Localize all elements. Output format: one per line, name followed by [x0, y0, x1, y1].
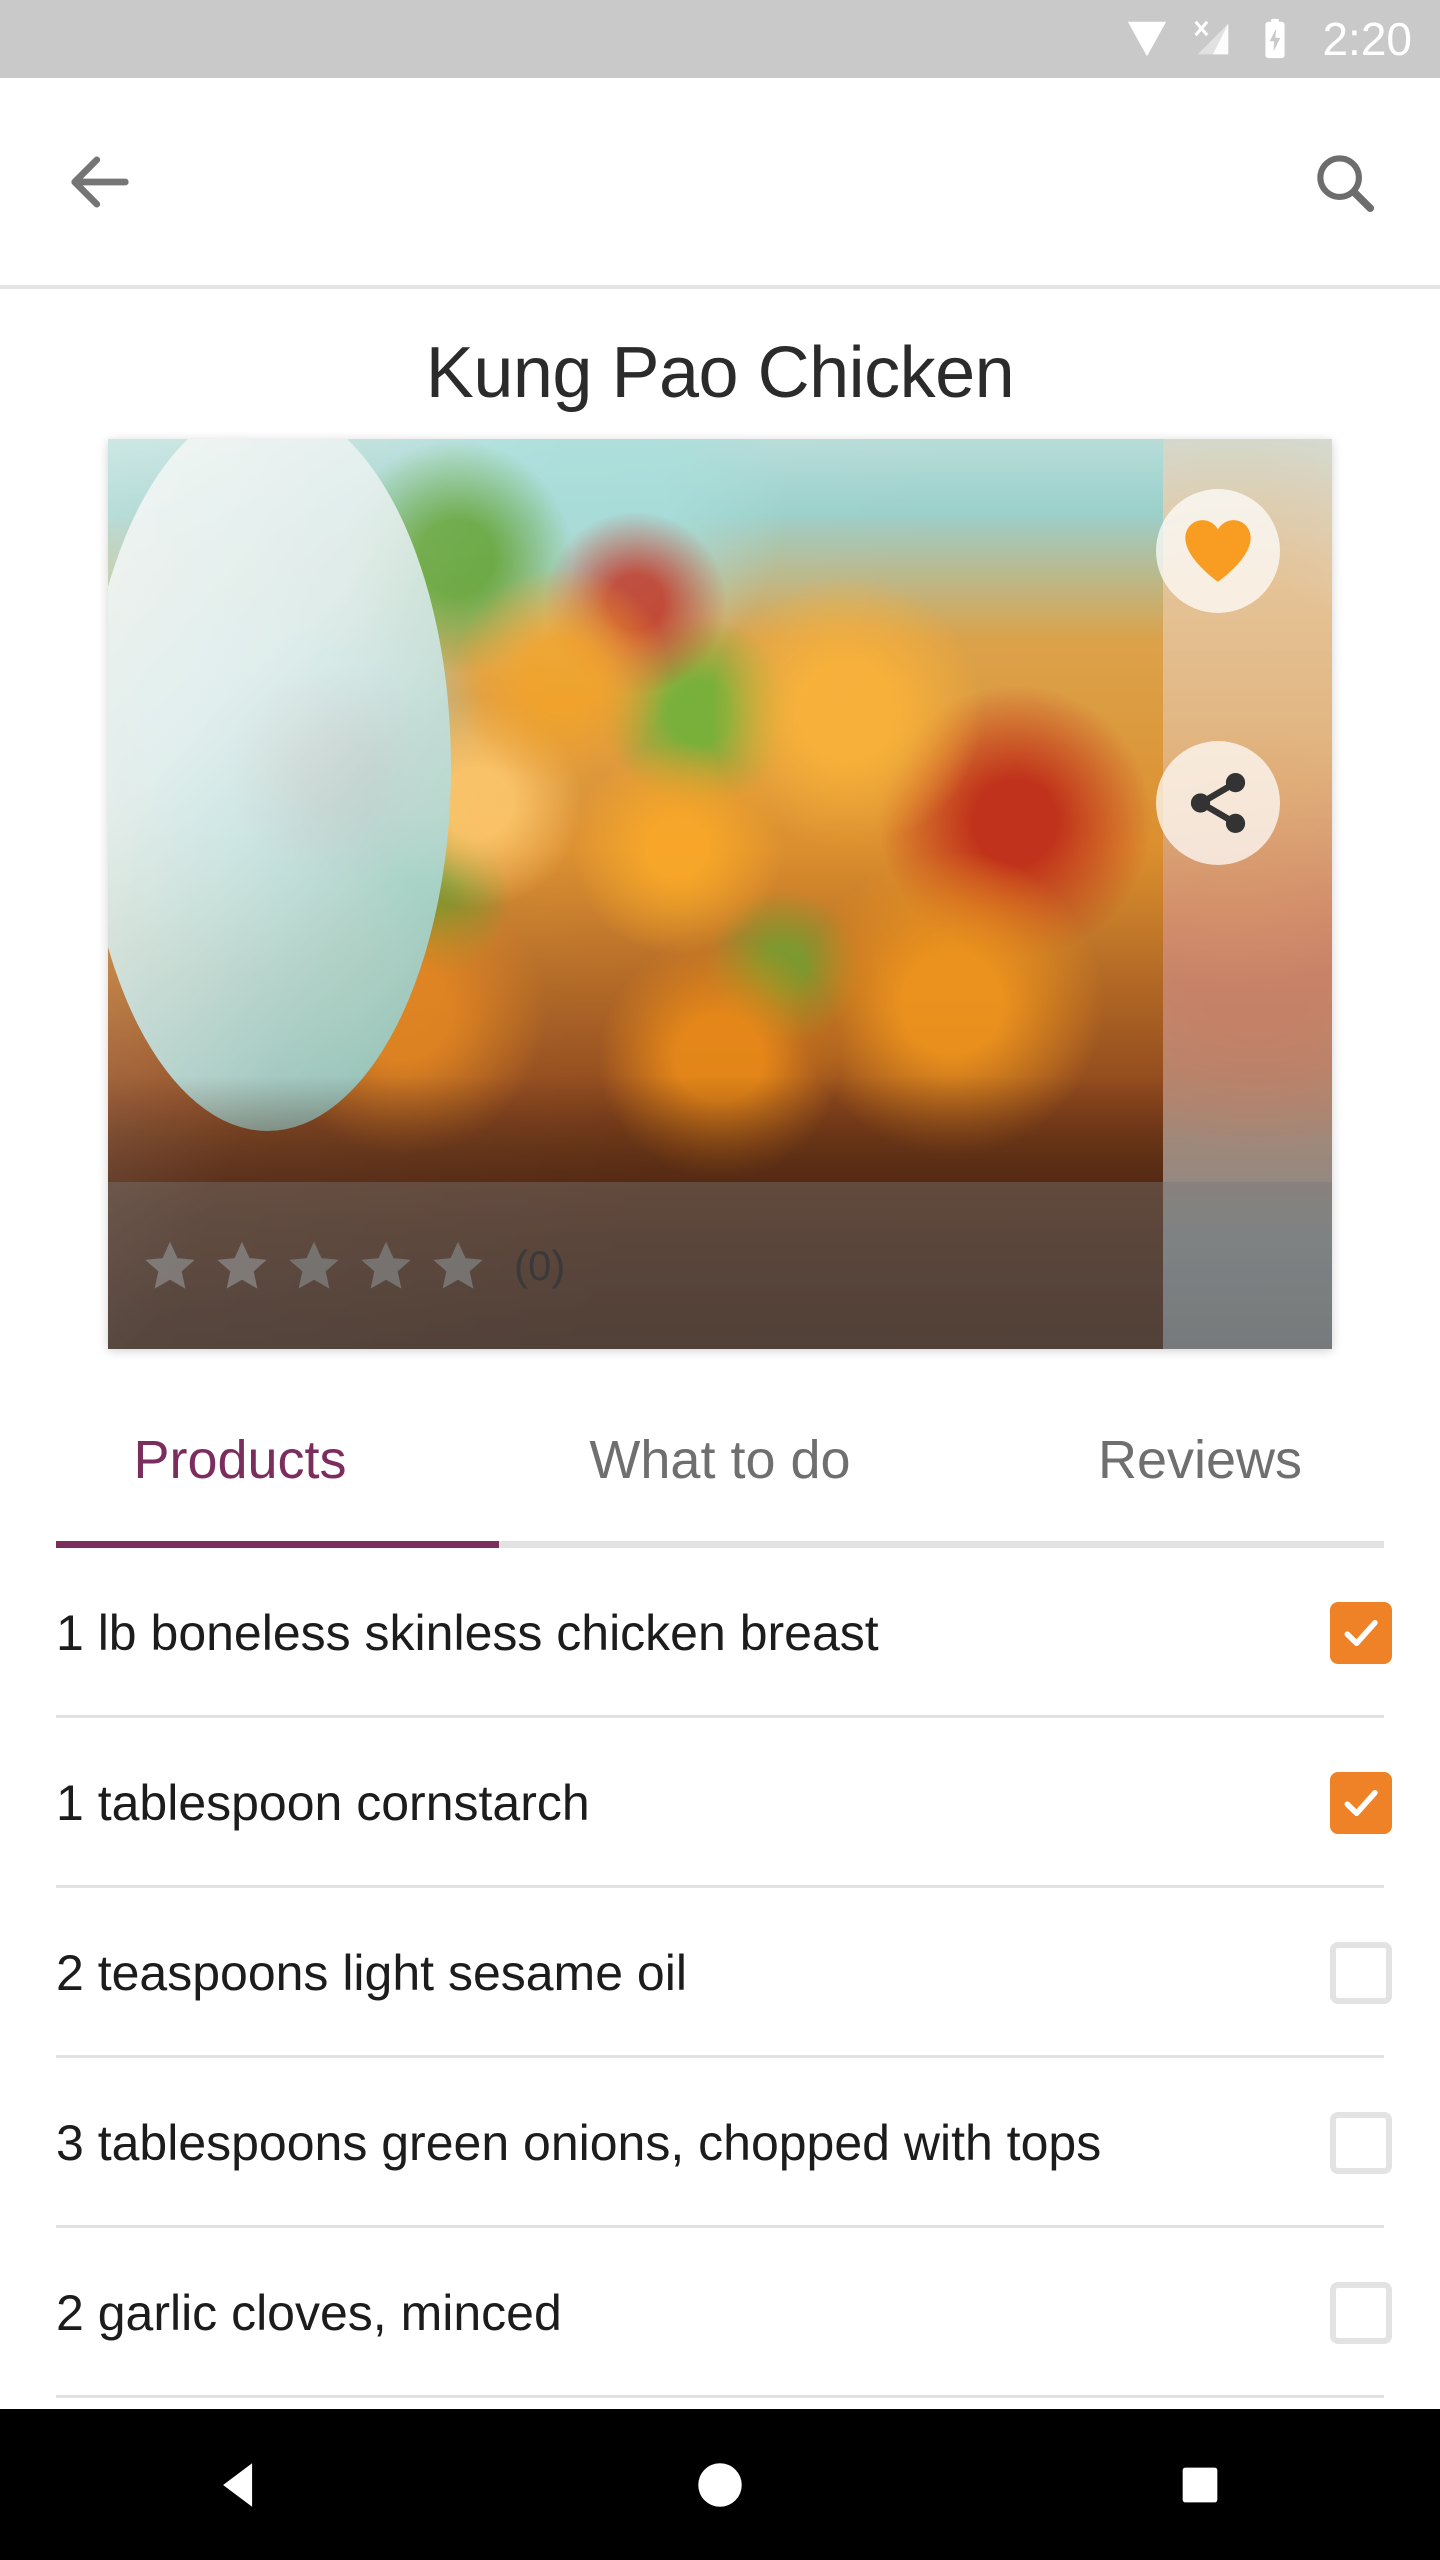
nav-recents-button[interactable] [1110, 2409, 1290, 2560]
star-icon[interactable] [286, 1238, 342, 1294]
ingredient-label: 3 tablespoons green onions, chopped with… [56, 2115, 1102, 2171]
status-bar: 2:20 [0, 0, 1440, 78]
favorite-button[interactable] [1156, 489, 1280, 613]
rating-count: (0) [514, 1241, 566, 1289]
tab-active-indicator [56, 1541, 499, 1548]
list-item[interactable]: 2 teaspoons light sesame oil [0, 1888, 1440, 2058]
ingredient-label: 1 tablespoon cornstarch [56, 1775, 590, 1831]
share-icon [1190, 772, 1246, 834]
ingredient-label: 2 teaspoons light sesame oil [56, 1945, 687, 2001]
wifi-icon [1124, 16, 1170, 62]
list-item[interactable]: 1 tablespoon cornstarch [0, 1718, 1440, 1888]
ingredient-checkbox[interactable] [1330, 1602, 1392, 1664]
tab-reviews[interactable]: Reviews [960, 1391, 1440, 1548]
android-navigation-bar [0, 2409, 1440, 2560]
tab-products[interactable]: Products [0, 1391, 480, 1548]
recipe-hero-card: (0) [108, 439, 1332, 1349]
ingredient-list: 1 lb boneless skinless chicken breast 1 … [0, 1548, 1440, 2398]
ingredient-checkbox[interactable] [1330, 2112, 1392, 2174]
star-icon[interactable] [214, 1238, 270, 1294]
heart-icon [1185, 520, 1251, 582]
star-icon[interactable] [142, 1238, 198, 1294]
nav-back-button[interactable] [150, 2409, 330, 2560]
list-item[interactable]: 2 garlic cloves, minced [0, 2228, 1440, 2398]
ingredient-label: 1 lb boneless skinless chicken breast [56, 1605, 879, 1661]
back-arrow-icon[interactable] [52, 134, 148, 230]
square-recents-icon [1182, 2467, 1218, 2502]
circle-home-icon [698, 2462, 742, 2507]
ingredient-label: 2 garlic cloves, minced [56, 2285, 562, 2341]
app-bar [0, 78, 1440, 285]
recipe-detail-content: Kung Pao Chicken (0) Products What to do… [0, 289, 1440, 2409]
battery-charging-icon [1252, 16, 1298, 62]
page-title: Kung Pao Chicken [425, 333, 1015, 413]
share-button[interactable] [1156, 741, 1280, 865]
list-item[interactable]: 1 lb boneless skinless chicken breast [0, 1548, 1440, 1718]
triangle-back-icon [223, 2462, 253, 2507]
ingredient-checkbox[interactable] [1330, 1772, 1392, 1834]
ingredient-checkbox[interactable] [1330, 1942, 1392, 2004]
status-bar-time: 2:20 [1322, 13, 1412, 65]
check-icon [1344, 1619, 1378, 1647]
list-item[interactable]: 3 tablespoons green onions, chopped with… [0, 2058, 1440, 2228]
star-icon[interactable] [430, 1238, 486, 1294]
rating-bar[interactable]: (0) [108, 1182, 1332, 1349]
nav-home-button[interactable] [630, 2409, 810, 2560]
search-icon[interactable] [1296, 134, 1392, 230]
star-icon[interactable] [358, 1238, 414, 1294]
tab-bar: Products What to do Reviews [0, 1391, 1440, 1548]
tab-what-to-do[interactable]: What to do [480, 1391, 960, 1548]
list-divider [56, 2395, 1384, 2398]
check-icon [1344, 1789, 1378, 1817]
ingredient-checkbox[interactable] [1330, 2282, 1392, 2344]
cellular-signal-off-icon [1188, 16, 1234, 62]
rating-stars[interactable] [142, 1238, 486, 1294]
